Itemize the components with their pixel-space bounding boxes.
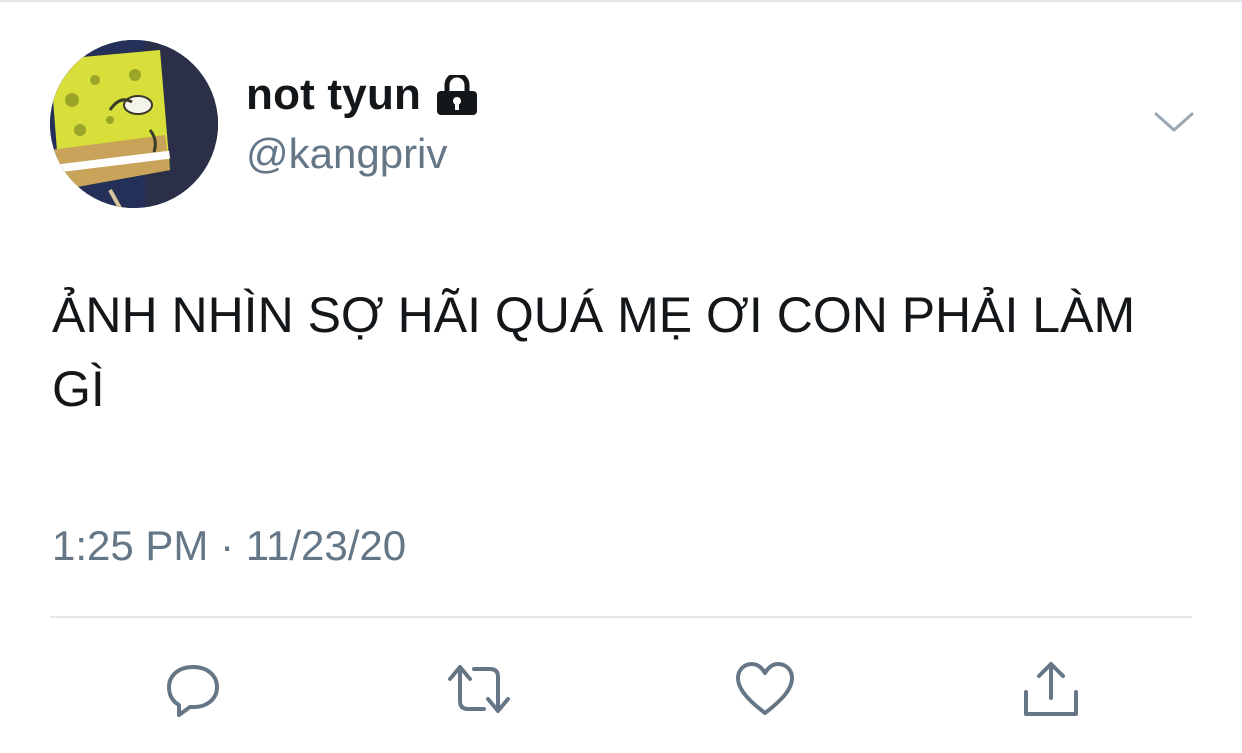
actions-divider: [50, 616, 1192, 618]
tweet-text: ẢNH NHÌN SỢ HÃI QUÁ MẸ ƠI CON PHẢI LÀM G…: [52, 287, 1136, 417]
lock-icon: [435, 75, 479, 115]
chevron-down-icon: [1154, 112, 1194, 132]
reply-button[interactable]: [160, 656, 226, 722]
share-button[interactable]: [1018, 656, 1084, 722]
reply-icon: [167, 665, 219, 717]
spongebob-avatar-icon: [50, 40, 218, 208]
heart-icon: [736, 662, 794, 715]
share-icon: [1024, 662, 1078, 716]
avatar[interactable]: [50, 40, 218, 208]
retweet-button[interactable]: [446, 656, 512, 722]
like-button[interactable]: [732, 656, 798, 722]
top-divider: [0, 0, 1242, 2]
retweet-icon: [448, 665, 510, 713]
tweet-timestamp[interactable]: 1:25 PM · 11/23/20: [52, 522, 406, 570]
tweet-card: not tyun @kangpriv ẢNH NHÌN SỢ HÃI QUÁ M…: [0, 0, 1242, 753]
display-name[interactable]: not tyun: [246, 70, 421, 120]
author-name-row[interactable]: not tyun: [246, 70, 479, 120]
author-handle[interactable]: @kangpriv: [246, 130, 447, 178]
tweet-menu-button[interactable]: [1152, 108, 1196, 138]
